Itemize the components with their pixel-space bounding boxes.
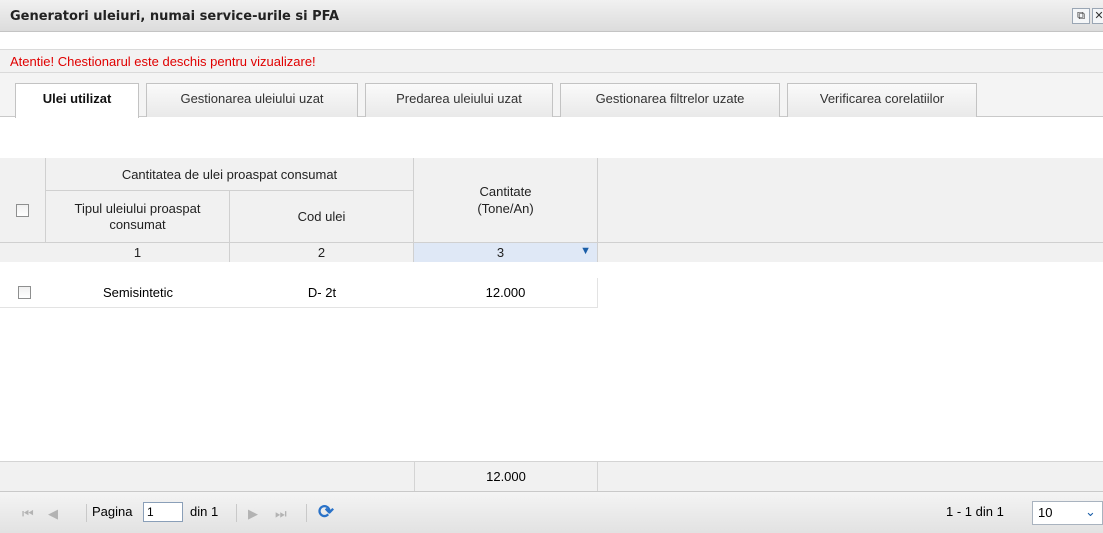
pager-separator xyxy=(86,504,87,522)
window-titlebar: Generatori uleiuri, numai service-urile … xyxy=(0,0,1103,32)
column-number-3: 3 ▼ xyxy=(414,243,598,262)
tab-strip: Ulei utilizat Gestionarea uleiului uzat … xyxy=(0,73,1103,118)
prev-page-icon[interactable]: ◀ xyxy=(48,506,58,522)
summary-row: 12.000 xyxy=(0,461,1103,491)
column-menu-chevron-down-icon[interactable]: ▼ xyxy=(580,245,591,257)
window-title: Generatori uleiuri, numai service-urile … xyxy=(10,9,340,24)
column-number-1: 1 xyxy=(46,243,230,262)
page-size-value: 10 xyxy=(1038,505,1053,520)
page-label: Pagina xyxy=(92,504,133,519)
page-count-label: din 1 xyxy=(190,504,219,519)
chevron-down-icon[interactable]: ⌄ xyxy=(1085,504,1096,520)
warning-text: Atentie! Chestionarul este deschis pentr… xyxy=(10,54,316,69)
next-page-icon[interactable]: ▶ xyxy=(248,506,258,522)
column-number-3-label: 3 xyxy=(496,245,505,260)
tab-ulei-utilizat[interactable]: Ulei utilizat xyxy=(15,83,139,118)
close-button[interactable]: ✕ xyxy=(1092,8,1103,24)
page-size-select[interactable]: 10 ⌄ xyxy=(1032,501,1103,525)
paging-toolbar: ⏮ ◀ Pagina din 1 ▶ ⏭ ⟳ 1 - 1 din 1 10 ⌄ xyxy=(0,491,1103,533)
pager-separator xyxy=(306,504,307,522)
tab-gestionarea-filtrelor-uzate[interactable]: Gestionarea filtrelor uzate xyxy=(560,83,780,117)
tab-verificarea-corelatiilor[interactable]: Verificarea corelatiilor xyxy=(787,83,977,117)
table-row[interactable]: Semisintetic D- 2t 12.000 xyxy=(0,278,598,308)
column-header-cantitate[interactable]: Cantitate (Tone/An) xyxy=(414,158,598,242)
row-tip-ulei: Semisintetic xyxy=(102,285,174,300)
close-icon: ✕ xyxy=(1094,10,1103,22)
total-cantitate: 12.000 xyxy=(414,462,598,491)
column-header-tip-ulei[interactable]: Tipul uleiului proaspat consumat xyxy=(46,191,230,242)
warning-bar: Atentie! Chestionarul este deschis pentr… xyxy=(0,49,1103,73)
row-cantitate: 12.000 xyxy=(414,278,598,308)
restore-icon: ⧉ xyxy=(1077,10,1085,22)
row-checkbox[interactable] xyxy=(18,286,31,299)
restore-button[interactable]: ⧉ xyxy=(1072,8,1090,24)
range-text: 1 - 1 din 1 xyxy=(946,504,1004,519)
page-number-input[interactable] xyxy=(143,502,183,522)
tab-predarea-uleiului-uzat[interactable]: Predarea uleiului uzat xyxy=(365,83,553,117)
select-all-checkbox[interactable] xyxy=(16,203,29,217)
refresh-icon[interactable]: ⟳ xyxy=(318,501,334,524)
column-header-cod-ulei[interactable]: Cod ulei xyxy=(230,191,414,242)
first-page-icon[interactable]: ⏮ xyxy=(22,506,34,522)
tab-gestionarea-uleiului-uzat[interactable]: Gestionarea uleiului uzat xyxy=(146,83,358,117)
column-number-2: 2 xyxy=(230,243,414,262)
row-cod-ulei: D- 2t xyxy=(307,285,337,300)
column-group-header: Cantitatea de ulei proaspat consumat xyxy=(46,158,414,191)
pager-separator xyxy=(236,504,237,522)
last-page-icon[interactable]: ⏭ xyxy=(275,506,287,522)
